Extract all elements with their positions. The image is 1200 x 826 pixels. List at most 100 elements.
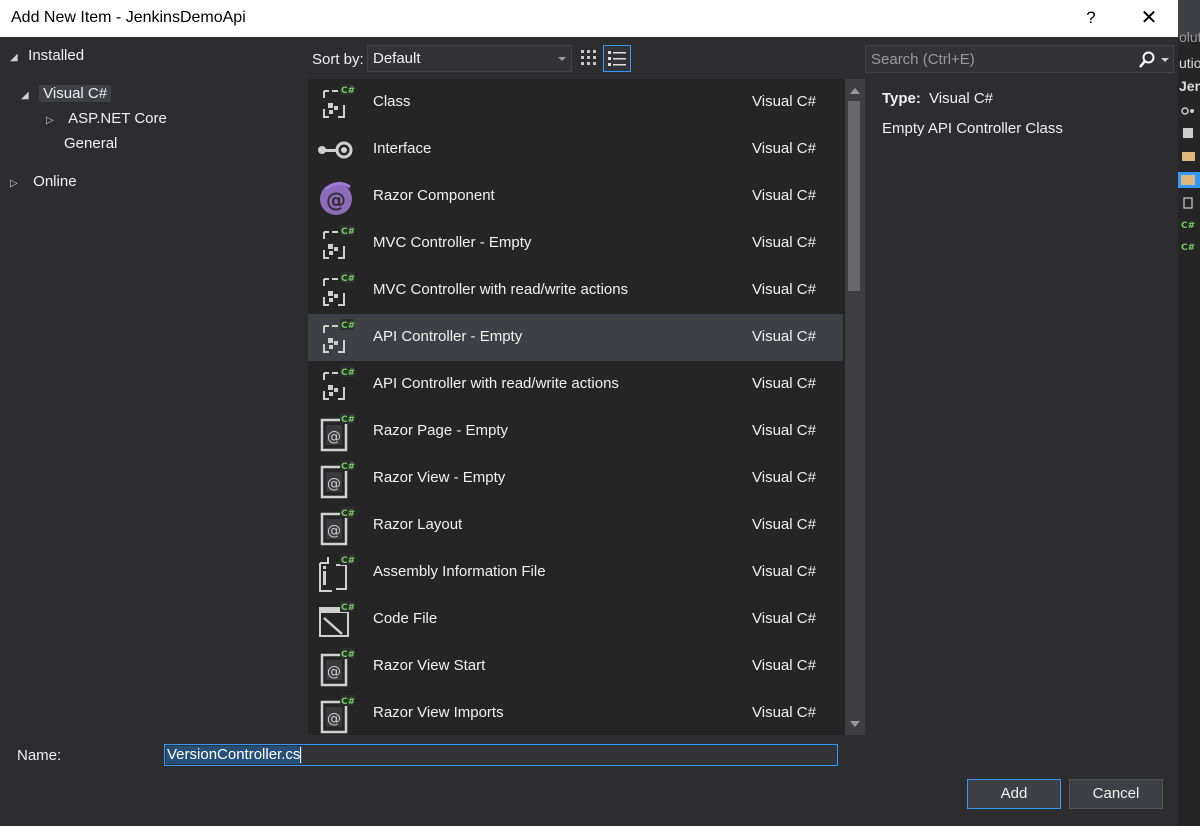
template-item[interactable]: C# Assembly Information File Visual C# [308, 549, 843, 596]
close-button[interactable]: ✕ [1136, 5, 1162, 31]
search-icon[interactable] [1137, 50, 1157, 70]
grid-view-icon[interactable] [577, 46, 601, 70]
template-language: Visual C# [752, 140, 816, 157]
name-field[interactable]: VersionController.cs [164, 744, 838, 766]
svg-text:C#: C# [341, 321, 355, 331]
template-item[interactable]: @ C# Razor Page - Empty Visual C# [308, 408, 843, 455]
background-text-project: Jen [1179, 78, 1200, 94]
csharp-file-icon: C# [1181, 221, 1195, 231]
scroll-down-icon[interactable] [850, 721, 860, 727]
help-button[interactable]: ? [1080, 5, 1102, 31]
search-options-chevron-icon[interactable] [1161, 58, 1169, 62]
tree-item-general[interactable]: General [64, 132, 117, 156]
collapsed-arrow-icon[interactable]: ▷ [46, 109, 60, 133]
template-language: Visual C# [752, 657, 816, 674]
template-name: MVC Controller - Empty [373, 234, 532, 251]
tree-item-label: Visual C# [39, 85, 112, 102]
template-item[interactable]: C# MVC Controller - Empty Visual C# [308, 220, 843, 267]
template-language: Visual C# [752, 563, 816, 580]
cancel-button[interactable]: Cancel [1069, 779, 1163, 809]
template-name: MVC Controller with read/write actions [373, 281, 629, 298]
template-item[interactable]: @ C# Razor View Imports Visual C# [308, 690, 843, 735]
template-language: Visual C# [752, 516, 816, 533]
svg-text:C#: C# [341, 274, 355, 284]
template-name: Code File [373, 610, 438, 627]
expanded-arrow-icon[interactable]: ◢ [10, 46, 24, 70]
tree-item-visual-csharp[interactable]: ◢ Visual C# [21, 82, 112, 108]
razor-page-icon: @ C# [316, 694, 356, 734]
svg-text:C#: C# [341, 650, 355, 660]
svg-text:C#: C# [341, 86, 355, 96]
details-type-label: Type: [882, 90, 921, 107]
text-caret [300, 747, 302, 764]
selected-folder-icon [1178, 172, 1200, 188]
toolbar: Sort by: Default [305, 37, 865, 79]
add-button[interactable]: Add [967, 779, 1061, 809]
razor-page-icon: @ C# [316, 459, 356, 499]
collapsed-arrow-icon[interactable]: ▷ [10, 172, 24, 196]
template-language: Visual C# [752, 469, 816, 486]
tree-item-installed[interactable]: ◢ Installed [10, 44, 84, 68]
csharp-file-icon: C# [1181, 243, 1195, 253]
controller-icon: C# [316, 271, 356, 311]
sort-by-value: Default [373, 50, 421, 67]
code-file-icon: C# [316, 600, 356, 640]
svg-text:C#: C# [341, 603, 355, 613]
sort-by-dropdown[interactable]: Default [367, 45, 572, 72]
name-field-value: VersionController.cs [166, 746, 303, 764]
razor-page-icon: @ C# [316, 412, 356, 452]
details-type-value: Visual C# [929, 90, 994, 107]
details-description: Empty API Controller Class [882, 120, 1063, 137]
controller-icon: C# [316, 224, 356, 264]
svg-text:@: @ [327, 523, 341, 539]
controller-icon: C# [316, 365, 356, 405]
template-item[interactable]: @ C# Razor Layout Visual C# [308, 502, 843, 549]
folder-icon [1182, 152, 1195, 161]
template-name: Interface [373, 140, 432, 157]
list-view-icon [608, 51, 626, 66]
background-solution-explorer: olutio utio Jen C# C# [1178, 0, 1200, 826]
template-language: Visual C# [752, 610, 816, 627]
file-icon [1183, 197, 1193, 209]
tree-item-aspnet-core[interactable]: ▷ ASP.NET Core [46, 107, 167, 131]
template-item[interactable]: C# API Controller - Empty Visual C# [308, 314, 843, 361]
razor-component-icon: @ [316, 177, 356, 217]
template-item[interactable]: Interface Visual C# [308, 126, 843, 173]
name-field-text: VersionController.cs [167, 746, 301, 763]
scroll-up-icon[interactable] [850, 88, 860, 94]
svg-text:C#: C# [341, 509, 355, 519]
search-box [865, 45, 1174, 73]
template-name: Razor View - Empty [373, 469, 506, 486]
expanded-arrow-icon[interactable]: ◢ [21, 84, 35, 108]
template-name: Razor View Imports [373, 704, 504, 721]
search-input[interactable] [866, 46, 1131, 72]
template-item[interactable]: C# API Controller with read/write actions… [308, 361, 843, 408]
template-item[interactable]: C# Code File Visual C# [308, 596, 843, 643]
template-language: Visual C# [752, 93, 816, 110]
template-item[interactable]: C# Class Visual C# [308, 79, 843, 126]
list-scrollbar[interactable] [845, 79, 865, 735]
svg-text:C#: C# [341, 697, 355, 707]
template-list: C# Class Visual C# Interface Visual C# @ Raz… [308, 79, 865, 735]
tree-item-label: Online [33, 173, 77, 190]
tree-item-label: Installed [28, 47, 85, 64]
template-item[interactable]: @ C# Razor View Start Visual C# [308, 643, 843, 690]
template-language: Visual C# [752, 187, 816, 204]
template-item[interactable]: C# MVC Controller with read/write actions… [308, 267, 843, 314]
svg-text:@: @ [327, 664, 341, 680]
interface-icon [316, 130, 356, 170]
scroll-thumb[interactable] [848, 101, 860, 291]
properties-icon [1183, 128, 1193, 138]
tree-item-online[interactable]: ▷ Online [10, 170, 77, 194]
class-icon: C# [316, 83, 356, 123]
svg-text:C#: C# [1181, 243, 1195, 253]
list-view-button[interactable] [603, 45, 631, 72]
template-name: Razor View Start [373, 657, 486, 674]
details-pane: Type: Visual C# Empty API Controller Cla… [865, 79, 1178, 735]
template-item[interactable]: @ C# Razor View - Empty Visual C# [308, 455, 843, 502]
template-name: Razor Layout [373, 516, 463, 533]
template-item[interactable]: @ Razor Component Visual C# [308, 173, 843, 220]
template-language: Visual C# [752, 375, 816, 392]
svg-text:C#: C# [341, 227, 355, 237]
template-name: API Controller with read/write actions [373, 375, 619, 392]
